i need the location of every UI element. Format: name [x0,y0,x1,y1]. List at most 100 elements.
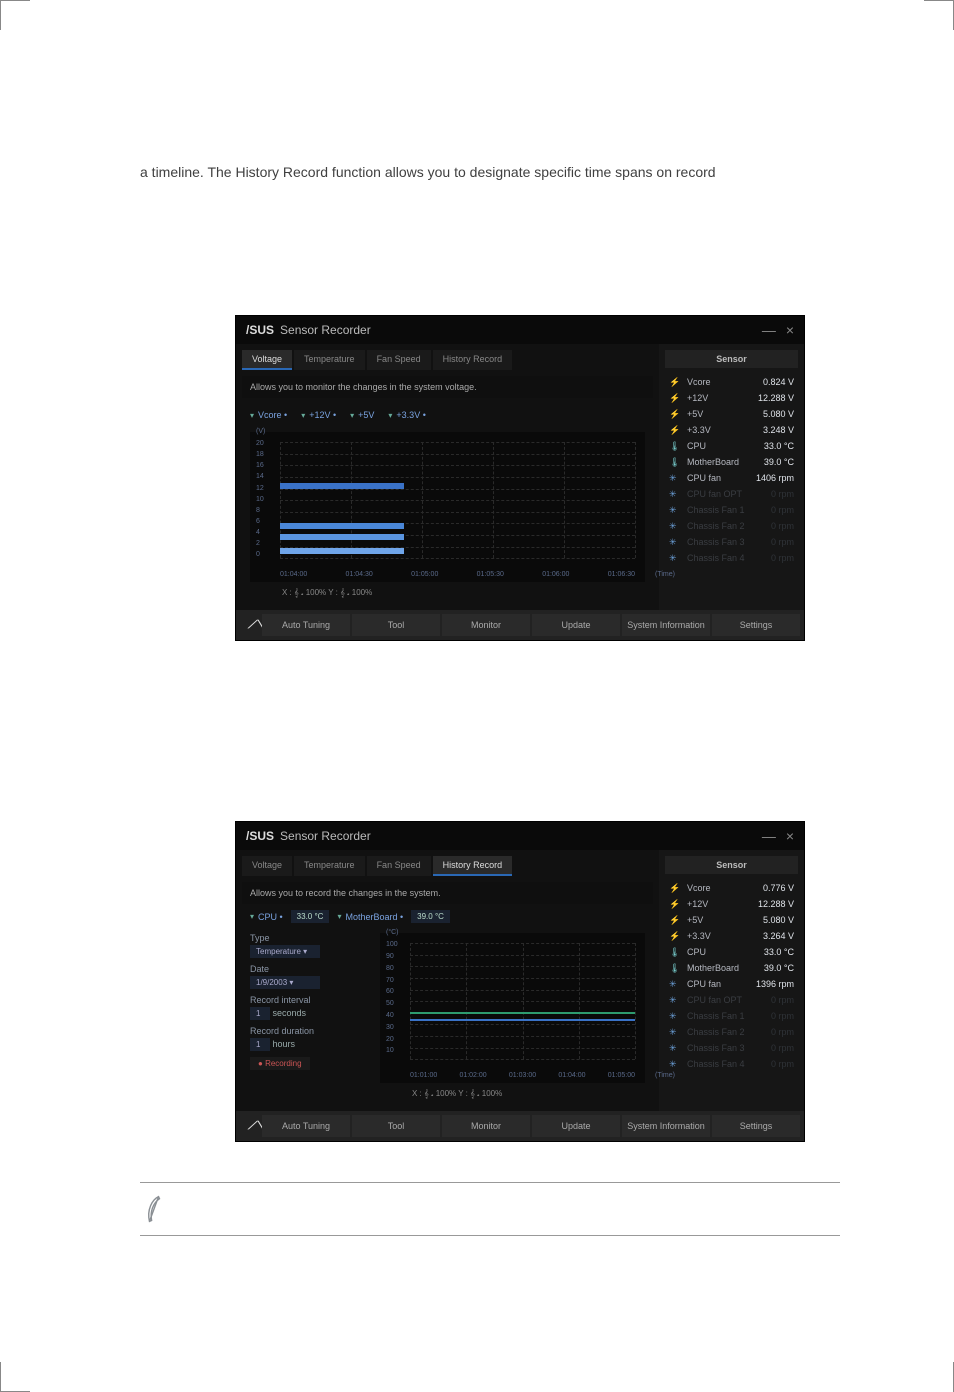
bolt-icon: ⚡ [669,393,679,403]
titlebar: /SUS Sensor Recorder — × [236,316,804,344]
sensor-label: MotherBoard [687,963,739,973]
fan-icon: ✳ [669,1011,679,1021]
fan-icon: ✳ [669,1043,679,1053]
tab-fan-speed[interactable]: Fan Speed [367,350,431,370]
tab-temperature[interactable]: Temperature [294,350,365,370]
sensor-label: Vcore [687,377,711,387]
sensor-label: Vcore [687,883,711,893]
sensor-label: Chassis Fan 2 [687,1027,745,1037]
nav-update[interactable]: Update [532,1115,620,1137]
sensor-label: Chassis Fan 3 [687,537,745,547]
y-axis: 100 90 80 70 60 50 40 30 20 10 [386,941,406,1059]
sensor-row: ✳Chassis Fan 10 rpm [665,502,798,518]
record-interval-unit: seconds [273,1008,307,1018]
sensor-row: ⚡+3.3V3.264 V [665,928,798,944]
chevron-down-icon: ▾ [350,411,354,420]
close-button[interactable]: × [786,828,794,844]
sensor-row: 🌡MotherBoard39.0 °C [665,960,798,976]
date-select[interactable]: 1/9/2003 ▾ [250,976,320,989]
tab-voltage[interactable]: Voltage [242,856,292,876]
type-select[interactable]: Temperature ▾ [250,945,320,958]
toggle-cpu[interactable]: ▾CPU • [250,910,283,923]
toggle-3v3[interactable]: ▾+3.3V • [388,410,425,420]
toggle-12v[interactable]: ▾+12V • [301,410,336,420]
sensor-value: 33.0 °C [764,947,794,957]
sensor-value: 12.288 V [758,393,794,403]
titlebar: /SUS Sensor Recorder — × [236,822,804,850]
fan-icon: ✳ [669,995,679,1005]
nav-settings[interactable]: Settings [712,614,800,636]
nav-system-information[interactable]: System Information [622,614,710,636]
minimize-button[interactable]: — [762,322,776,338]
note-feather-icon [135,1191,172,1228]
toggle-5v[interactable]: ▾+5V [350,410,374,420]
record-interval-label: Record interval [250,995,364,1005]
tab-history-record[interactable]: History Record [433,856,513,876]
chevron-down-icon: ▾ [250,912,254,921]
thermometer-icon: 🌡 [669,441,679,451]
sensor-label: CPU fan OPT [687,489,742,499]
bolt-icon: ⚡ [669,899,679,909]
chevron-down-icon: ▾ [301,411,305,420]
sensor-label: Chassis Fan 2 [687,521,745,531]
record-duration-label: Record duration [250,1026,364,1036]
sensor-row: ✳CPU fan OPT0 rpm [665,992,798,1008]
sensor-row: ✳CPU fan1406 rpm [665,470,798,486]
chevron-down-icon: ▾ [388,411,392,420]
tab-temperature[interactable]: Temperature [294,856,365,876]
sensor-value: 0.776 V [763,883,794,893]
body-paragraph: a timeline. The History Record function … [140,160,900,185]
recording-button[interactable]: ● Recording [250,1057,310,1070]
zoom-controls[interactable]: X : 𝄞 𝅘 100% Y : 𝄞 𝅘 100% [372,1087,653,1105]
sensor-value: 39.0 °C [764,963,794,973]
sensor-value: 5.080 V [763,915,794,925]
nav-update[interactable]: Update [532,614,620,636]
nav-tool[interactable]: Tool [352,614,440,636]
sensor-row: ⚡+5V5.080 V [665,406,798,422]
type-label: Type [250,933,364,943]
sensor-label: +3.3V [687,425,711,435]
sensor-value: 0.824 V [763,377,794,387]
sensor-value: 0 rpm [771,1011,794,1021]
sensor-header: Sensor [665,350,798,368]
sensor-label: CPU fan [687,979,721,989]
sensor-value: 0 rpm [771,505,794,515]
nav-system-information[interactable]: System Information [622,1115,710,1137]
tab-voltage[interactable]: Voltage [242,350,292,370]
close-button[interactable]: × [786,322,794,338]
bolt-icon: ⚡ [669,425,679,435]
sensor-value: 0 rpm [771,1043,794,1053]
sensor-row: ⚡Vcore0.776 V [665,880,798,896]
nav-auto-tuning[interactable]: Auto Tuning [262,614,350,636]
nav-settings[interactable]: Settings [712,1115,800,1137]
zoom-controls[interactable]: X : 𝄞 𝅘 100% Y : 𝄞 𝅘 100% [242,586,653,604]
divider [140,1182,840,1183]
fan-icon: ✳ [669,979,679,989]
nav-tool[interactable]: Tool [352,1115,440,1137]
toggle-vcore[interactable]: ▾Vcore • [250,410,287,420]
nav-monitor[interactable]: Monitor [442,1115,530,1137]
x-axis-label: (Time) [655,1072,675,1079]
bolt-icon: ⚡ [669,409,679,419]
window-title: Sensor Recorder [280,323,371,337]
tab-history-record[interactable]: History Record [433,350,513,370]
sensor-label: CPU fan OPT [687,995,742,1005]
minimize-button[interactable]: — [762,828,776,844]
y-axis-unit: (V) [256,428,265,435]
x-axis: 01:04:00 01:04:30 01:05:00 01:05:30 01:0… [280,571,635,578]
divider [140,1235,840,1236]
sensor-value: 3.248 V [763,425,794,435]
record-duration-value[interactable]: 1 [250,1038,270,1051]
sensor-row: 🌡MotherBoard39.0 °C [665,454,798,470]
bottom-nav: ⟋⟍ Auto Tuning Tool Monitor Update Syste… [236,610,804,640]
tab-fan-speed[interactable]: Fan Speed [367,856,431,876]
sensor-row: ✳Chassis Fan 20 rpm [665,518,798,534]
toggle-motherboard[interactable]: ▾MotherBoard • [337,910,403,923]
fan-icon: ✳ [669,553,679,563]
nav-auto-tuning[interactable]: Auto Tuning [262,1115,350,1137]
sensor-panel: Sensor ⚡Vcore0.776 V⚡+12V12.288 V⚡+5V5.0… [659,850,804,1111]
bolt-icon: ⚡ [669,931,679,941]
nav-monitor[interactable]: Monitor [442,614,530,636]
sensor-row: ⚡+5V5.080 V [665,912,798,928]
record-interval-value[interactable]: 1 [250,1007,270,1020]
